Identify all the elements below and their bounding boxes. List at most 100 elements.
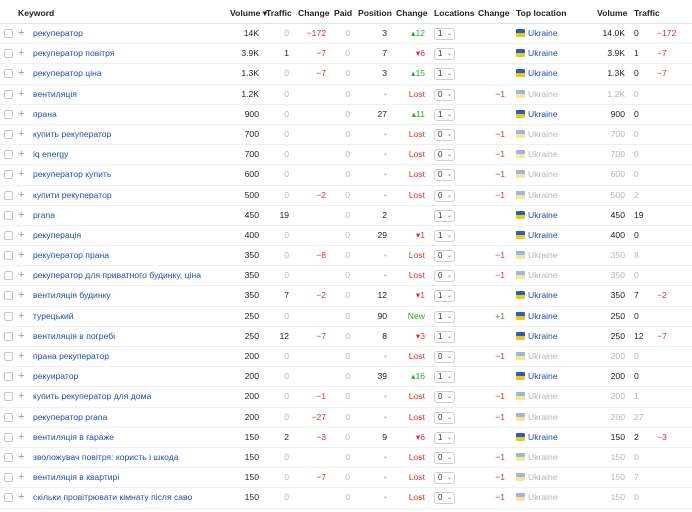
keyword-link[interactable]: вентиляція будинку: [33, 286, 111, 305]
plus-icon[interactable]: +: [18, 367, 24, 386]
locations-dropdown[interactable]: 0 ⌄: [434, 492, 455, 505]
checkbox-icon[interactable]: [4, 392, 13, 402]
keyword-link[interactable]: купить рекуператор: [33, 125, 111, 144]
checkbox-icon[interactable]: [4, 291, 13, 301]
locations-dropdown[interactable]: 0 ⌄: [434, 451, 455, 464]
header-volume[interactable]: Volume ▾: [230, 8, 267, 18]
locations-dropdown[interactable]: 1 ⌄: [434, 48, 455, 61]
locations-dropdown[interactable]: 1 ⌄: [434, 28, 455, 40]
checkbox-icon[interactable]: [4, 49, 13, 59]
locations-dropdown[interactable]: 1 ⌄: [434, 310, 455, 323]
top-location-link[interactable]: Ukraine: [528, 105, 558, 124]
header-locations-change[interactable]: Change: [478, 8, 510, 18]
keyword-link[interactable]: рекуператор ціна: [33, 64, 102, 83]
header-traffic[interactable]: Traffic: [266, 8, 292, 18]
checkbox-icon[interactable]: [4, 109, 13, 119]
top-location-link[interactable]: Ukraine: [528, 307, 558, 326]
plus-icon[interactable]: +: [18, 125, 24, 144]
locations-dropdown[interactable]: 0 ⌄: [434, 351, 455, 363]
plus-icon[interactable]: +: [18, 226, 24, 245]
top-location-link[interactable]: Ukraine: [528, 448, 558, 467]
plus-icon[interactable]: +: [18, 44, 24, 63]
keyword-link[interactable]: прана: [33, 105, 57, 124]
keyword-link[interactable]: вентиляція: [33, 85, 77, 104]
top-location-link[interactable]: Ukraine: [528, 44, 558, 63]
plus-icon[interactable]: +: [18, 186, 24, 205]
plus-icon[interactable]: +: [18, 286, 24, 305]
top-location-link[interactable]: Ukraine: [528, 266, 558, 285]
plus-icon[interactable]: +: [18, 327, 24, 346]
checkbox-icon[interactable]: [4, 473, 13, 483]
plus-icon[interactable]: +: [18, 145, 24, 164]
top-location-link[interactable]: Ukraine: [528, 186, 558, 205]
keyword-link[interactable]: рекуператор prana: [33, 408, 107, 427]
plus-icon[interactable]: +: [18, 105, 24, 124]
checkbox-icon[interactable]: [4, 452, 13, 462]
top-location-link[interactable]: Ukraine: [528, 428, 558, 447]
plus-icon[interactable]: +: [18, 307, 24, 326]
locations-dropdown[interactable]: 1 ⌄: [434, 209, 455, 222]
header-keyword[interactable]: Keyword: [18, 8, 54, 18]
keyword-link[interactable]: вентиляція в гаражe: [33, 428, 114, 447]
plus-icon[interactable]: +: [18, 246, 24, 265]
locations-dropdown[interactable]: 1 ⌄: [434, 431, 455, 444]
top-location-link[interactable]: Ukraine: [528, 226, 558, 245]
header-position-change[interactable]: Change: [396, 8, 428, 18]
keyword-link[interactable]: зволожувач повітря: користь і шкода: [33, 448, 179, 467]
plus-icon[interactable]: +: [18, 206, 24, 225]
top-location-link[interactable]: Ukraine: [528, 327, 558, 346]
keyword-link[interactable]: рекуператор для приватного будинку, ціна: [33, 266, 201, 285]
checkbox-icon[interactable]: [4, 150, 13, 160]
checkbox-icon[interactable]: [4, 331, 13, 341]
top-location-link[interactable]: Ukraine: [528, 367, 558, 386]
top-location-link[interactable]: Ukraine: [528, 145, 558, 164]
checkbox-icon[interactable]: [4, 89, 13, 99]
top-location-link[interactable]: Ukraine: [528, 246, 558, 265]
locations-dropdown[interactable]: 0 ⌄: [434, 128, 455, 141]
top-location-link[interactable]: Ukraine: [528, 64, 558, 83]
keyword-link[interactable]: турецький: [33, 307, 74, 326]
top-location-link[interactable]: Ukraine: [528, 468, 558, 487]
locations-dropdown[interactable]: 0 ⌄: [434, 149, 455, 162]
keyword-link[interactable]: рекуперація: [33, 226, 81, 245]
top-location-link[interactable]: Ukraine: [528, 125, 558, 144]
locations-dropdown[interactable]: 0 ⌄: [434, 472, 455, 485]
checkbox-icon[interactable]: [4, 372, 13, 382]
plus-icon[interactable]: +: [18, 448, 24, 467]
plus-icon[interactable]: +: [18, 468, 24, 487]
keyword-link[interactable]: купить рекуператор для дома: [33, 387, 151, 406]
locations-dropdown[interactable]: 0 ⌄: [434, 391, 455, 404]
checkbox-icon[interactable]: [4, 271, 13, 281]
keyword-link[interactable]: скільки провітрювати кімнату після саво: [33, 488, 192, 507]
checkbox-icon[interactable]: [4, 129, 13, 139]
checkbox-icon[interactable]: [4, 493, 13, 503]
plus-icon[interactable]: +: [18, 64, 24, 83]
checkbox-icon[interactable]: [4, 230, 13, 240]
keyword-link[interactable]: рекуператор купить: [33, 165, 111, 184]
header-locations[interactable]: Locations: [434, 8, 475, 18]
keyword-link[interactable]: прана рекуператор: [33, 347, 109, 366]
keyword-link[interactable]: купити рекуператор: [33, 186, 112, 205]
checkbox-icon[interactable]: [4, 69, 13, 79]
keyword-link[interactable]: рекуператор: [33, 24, 83, 43]
header-top-location[interactable]: Top location: [516, 8, 566, 18]
locations-dropdown[interactable]: 0 ⌄: [434, 88, 455, 101]
locations-dropdown[interactable]: 0 ⌄: [434, 169, 455, 182]
keyword-link[interactable]: iq energy: [33, 145, 68, 164]
locations-dropdown[interactable]: 0 ⌄: [434, 189, 455, 202]
locations-dropdown[interactable]: 0 ⌄: [434, 411, 455, 424]
plus-icon[interactable]: +: [18, 347, 24, 366]
checkbox-icon[interactable]: [4, 251, 13, 261]
plus-icon[interactable]: +: [18, 24, 24, 43]
locations-dropdown[interactable]: 1 ⌄: [434, 371, 455, 384]
top-location-link[interactable]: Ukraine: [528, 286, 558, 305]
locations-dropdown[interactable]: 1 ⌄: [434, 68, 455, 81]
top-location-link[interactable]: Ukraine: [528, 408, 558, 427]
locations-dropdown[interactable]: 1 ⌄: [434, 229, 455, 242]
locations-dropdown[interactable]: 0 ⌄: [434, 250, 455, 263]
locations-dropdown[interactable]: 1 ⌄: [434, 290, 455, 303]
top-location-link[interactable]: Ukraine: [528, 387, 558, 406]
checkbox-icon[interactable]: [4, 170, 13, 180]
locations-dropdown[interactable]: 1 ⌄: [434, 108, 455, 121]
checkbox-icon[interactable]: [4, 352, 13, 361]
